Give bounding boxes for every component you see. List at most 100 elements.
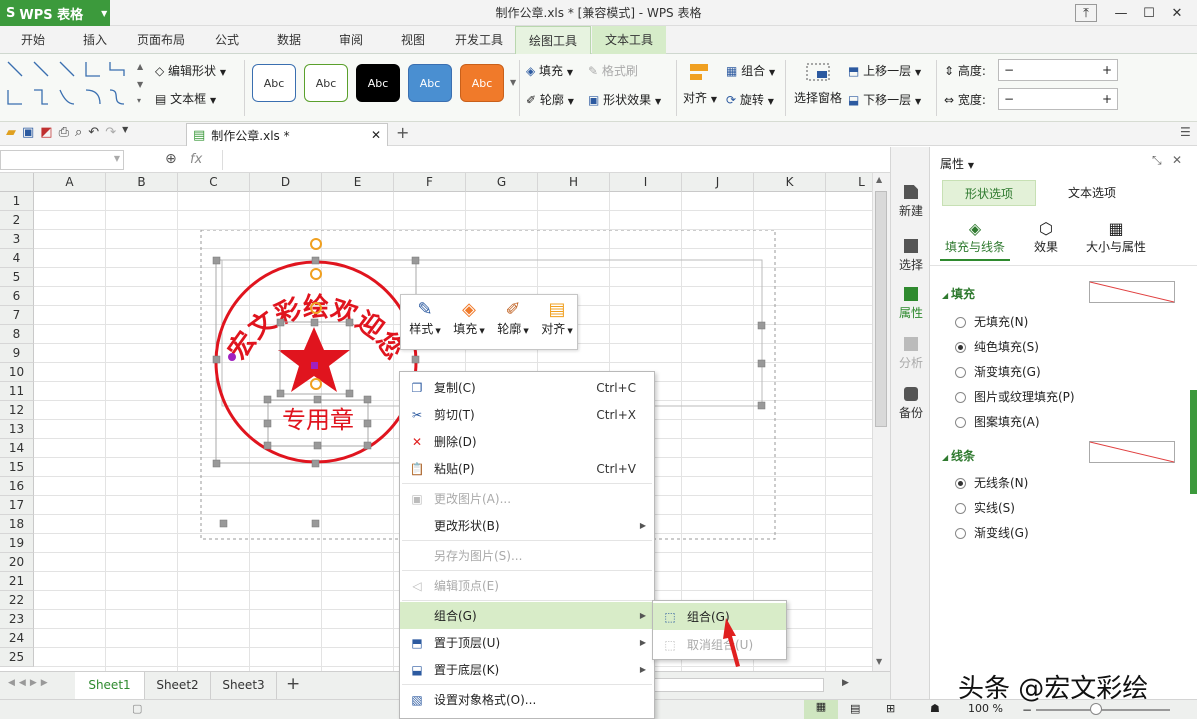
new-tab-plus-icon[interactable]: + — [396, 123, 409, 142]
row-header[interactable]: 15 — [0, 458, 34, 477]
sheet-nav-arrows[interactable]: ◀◀▶▶ — [8, 678, 52, 688]
document-tab[interactable]: ▤ 制作公章.xls * ✕ — [186, 123, 388, 146]
menu-format-object[interactable]: ▧ 设置对象格式(O)... — [400, 686, 654, 713]
radio-icon[interactable] — [955, 528, 966, 539]
minus-icon[interactable]: − — [1004, 92, 1014, 106]
subtab-size-properties[interactable]: ▦ 大小与属性 — [1080, 219, 1152, 255]
line-color-swatch[interactable] — [1089, 441, 1175, 463]
group-button[interactable]: ▦ 组合 ▼ — [726, 62, 775, 79]
column-header[interactable]: C — [178, 173, 250, 192]
mini-fill-button[interactable]: ◈ 填充 ▼ — [447, 299, 491, 347]
dropdown-icon[interactable]: ▼ — [122, 125, 128, 140]
tab-text-options[interactable]: 文本选项 — [1042, 180, 1142, 206]
option-solid-fill[interactable]: 纯色填充(S) — [955, 338, 1039, 355]
panel-collapse-icon[interactable]: ⤡ — [1152, 153, 1162, 168]
menu-copy[interactable]: ❐ 复制(C) Ctrl+C — [400, 374, 654, 401]
radio-icon[interactable] — [955, 503, 966, 514]
width-stepper[interactable]: − + — [998, 88, 1118, 110]
shape-style-5[interactable]: Abc — [460, 64, 504, 102]
name-box[interactable]: ▼ — [0, 150, 124, 170]
row-header[interactable]: 18 — [0, 515, 34, 534]
row-header[interactable]: 17 — [0, 496, 34, 515]
nav-backup[interactable]: 备份 — [891, 387, 931, 421]
horizontal-scrollbar[interactable] — [652, 678, 824, 692]
minus-icon[interactable]: − — [1004, 63, 1014, 77]
menu-paste[interactable]: 📋 粘贴(P) Ctrl+V — [400, 455, 654, 482]
menu-change-shape[interactable]: 更改形状(B) ▶ — [400, 512, 654, 539]
shape-style-1[interactable]: Abc — [252, 64, 296, 102]
height-stepper[interactable]: − + — [998, 59, 1118, 81]
subtab-fill-line[interactable]: ◈ 填充与线条 — [940, 219, 1010, 261]
option-no-fill[interactable]: 无填充(N) — [955, 313, 1028, 330]
sheet-tab-3[interactable]: Sheet3 — [211, 672, 277, 699]
column-header[interactable]: J — [682, 173, 754, 192]
format-painter-button[interactable]: ✎ 格式刷 — [588, 62, 638, 79]
scroll-up-arrow[interactable]: ▲ — [876, 175, 882, 184]
panel-title[interactable]: 属性 ▼ — [940, 155, 974, 172]
maximize-button[interactable]: ☐ — [1136, 2, 1162, 24]
close-window-button[interactable]: ✕ — [1164, 2, 1190, 24]
shape-effect-button[interactable]: ▣ 形状效果 ▼ — [588, 91, 661, 108]
star-center-handle[interactable] — [311, 362, 318, 369]
menu-cut[interactable]: ✂ 剪切(T) Ctrl+X — [400, 401, 654, 428]
radio-icon[interactable] — [955, 417, 966, 428]
edit-shape-button[interactable]: ◇ 编辑形状 ▼ — [155, 62, 226, 79]
tab-home[interactable]: 开始 — [8, 26, 58, 54]
option-gradient-fill[interactable]: 渐变填充(G) — [955, 363, 1041, 380]
column-header[interactable]: A — [34, 173, 106, 192]
send-backward-button[interactable]: ⬓ 下移一层 ▼ — [848, 91, 921, 108]
row-header[interactable]: 9 — [0, 344, 34, 363]
radio-icon[interactable] — [955, 317, 966, 328]
skin-button[interactable]: ⤒ — [1075, 4, 1097, 22]
adjust-handle[interactable] — [228, 353, 236, 361]
redo-icon[interactable]: ↷ — [105, 125, 116, 140]
row-header[interactable]: 21 — [0, 572, 34, 591]
row-header[interactable]: 13 — [0, 420, 34, 439]
export-pdf-icon[interactable]: ◩ — [40, 125, 52, 140]
scroll-right-arrow[interactable]: ▶ — [842, 678, 849, 688]
tab-page-layout[interactable]: 页面布局 — [130, 26, 192, 54]
tab-formula[interactable]: 公式 — [204, 26, 250, 54]
formula-input[interactable] — [222, 150, 888, 170]
bring-forward-button[interactable]: ⬒ 上移一层 ▼ — [848, 62, 921, 79]
menu-send-to-back[interactable]: ⬓ 置于底层(K) ▶ — [400, 656, 654, 683]
sheet-tab-2[interactable]: Sheet2 — [145, 672, 211, 699]
row-header[interactable]: 16 — [0, 477, 34, 496]
column-header[interactable]: F — [394, 173, 466, 192]
tab-view[interactable]: 视图 — [390, 26, 436, 54]
option-picture-fill[interactable]: 图片或纹理填充(P) — [955, 388, 1075, 405]
menu-bring-to-front[interactable]: ⬒ 置于顶层(U) ▶ — [400, 629, 654, 656]
mini-outline-button[interactable]: ✐ 轮廓 ▼ — [491, 299, 535, 347]
row-header[interactable]: 11 — [0, 382, 34, 401]
zoom-slider[interactable] — [1036, 709, 1170, 711]
function-icon[interactable]: fx — [190, 152, 202, 167]
column-header[interactable]: D — [250, 173, 322, 192]
plus-icon[interactable]: + — [1102, 63, 1112, 77]
row-header[interactable]: 24 — [0, 629, 34, 648]
row-header[interactable]: 20 — [0, 553, 34, 572]
radio-icon[interactable] — [955, 367, 966, 378]
menu-edit-points[interactable]: ◁ 编辑顶点(E) — [400, 572, 654, 599]
subtab-effect[interactable]: ⬡ 效果 — [1026, 219, 1066, 255]
scroll-thumb[interactable] — [875, 191, 887, 427]
radio-selected-icon[interactable] — [955, 478, 966, 489]
shape-style-3[interactable]: Abc — [356, 64, 400, 102]
gallery-scroll-down[interactable]: ▼ — [137, 80, 143, 89]
rotate-button[interactable]: ⟳ 旋转 ▼ — [726, 91, 774, 108]
gallery-expand[interactable]: ▾ — [137, 96, 141, 105]
column-header[interactable]: I — [610, 173, 682, 192]
selection-pane-button[interactable]: 选择窗格 — [792, 62, 844, 106]
menu-change-picture[interactable]: ▣ 更改图片(A)... — [400, 485, 654, 512]
undo-icon[interactable]: ↶ — [88, 125, 99, 140]
row-header[interactable]: 22 — [0, 591, 34, 610]
row-header[interactable]: 10 — [0, 363, 34, 382]
close-tab-icon[interactable]: ✕ — [371, 128, 381, 142]
menu-delete[interactable]: ✕ 删除(D) — [400, 428, 654, 455]
print-preview-icon[interactable]: ⌕ — [75, 125, 82, 140]
shape-style-2[interactable]: Abc — [304, 64, 348, 102]
fill-section-header[interactable]: ◢ 填充 — [942, 285, 975, 302]
row-header[interactable]: 2 — [0, 211, 34, 230]
scroll-down-arrow[interactable]: ▼ — [876, 657, 882, 666]
stamp-bottom-text[interactable]: 专用章 — [282, 406, 354, 434]
normal-view-button[interactable]: ▦ — [804, 700, 838, 719]
